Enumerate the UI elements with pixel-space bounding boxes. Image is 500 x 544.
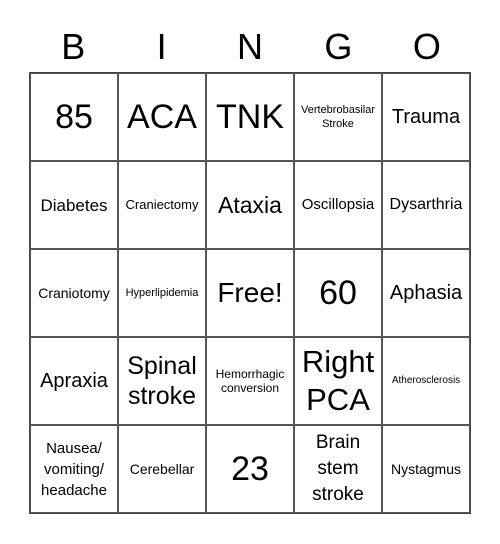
- bingo-cell[interactable]: TNK: [206, 73, 294, 161]
- bingo-grid: 85 ACA TNK Vertebrobasilar Stroke Trauma…: [29, 72, 471, 514]
- bingo-cell[interactable]: Dysarthria: [382, 161, 470, 249]
- bingo-cell[interactable]: Cerebellar: [118, 425, 206, 513]
- bingo-cell[interactable]: Craniectomy: [118, 161, 206, 249]
- bingo-cell[interactable]: Trauma: [382, 73, 470, 161]
- header-letter-i: I: [156, 26, 167, 67]
- bingo-cell[interactable]: Nausea/ vomiting/ headache: [30, 425, 118, 513]
- header-letter-n: N: [237, 26, 264, 67]
- bingo-cell[interactable]: Craniotomy: [30, 249, 118, 337]
- bingo-header: B I N G O: [29, 22, 471, 72]
- bingo-cell[interactable]: ACA: [118, 73, 206, 161]
- bingo-cell[interactable]: Hyperlipidemia: [118, 249, 206, 337]
- bingo-cell[interactable]: Diabetes: [30, 161, 118, 249]
- bingo-cell[interactable]: Right PCA: [294, 337, 382, 425]
- header-letter-o: O: [412, 26, 441, 67]
- bingo-cell[interactable]: Spinal stroke: [118, 337, 206, 425]
- header-letter-b: B: [61, 26, 86, 67]
- bingo-cell[interactable]: Brain stem stroke: [294, 425, 382, 513]
- header-letter-g: G: [324, 26, 353, 67]
- bingo-cell[interactable]: Apraxia: [30, 337, 118, 425]
- bingo-cell[interactable]: Hemorrhagic conversion: [206, 337, 294, 425]
- bingo-cell[interactable]: Aphasia: [382, 249, 470, 337]
- bingo-cell[interactable]: Atherosclerosis: [382, 337, 470, 425]
- bingo-cell[interactable]: Nystagmus: [382, 425, 470, 513]
- bingo-cell[interactable]: 23: [206, 425, 294, 513]
- bingo-cell[interactable]: Oscillopsia: [294, 161, 382, 249]
- bingo-cell[interactable]: Vertebrobasilar Stroke: [294, 73, 382, 161]
- bingo-cell[interactable]: 60: [294, 249, 382, 337]
- bingo-cell[interactable]: Ataxia: [206, 161, 294, 249]
- free-space[interactable]: Free!: [206, 249, 294, 337]
- bingo-cell[interactable]: 85: [30, 73, 118, 161]
